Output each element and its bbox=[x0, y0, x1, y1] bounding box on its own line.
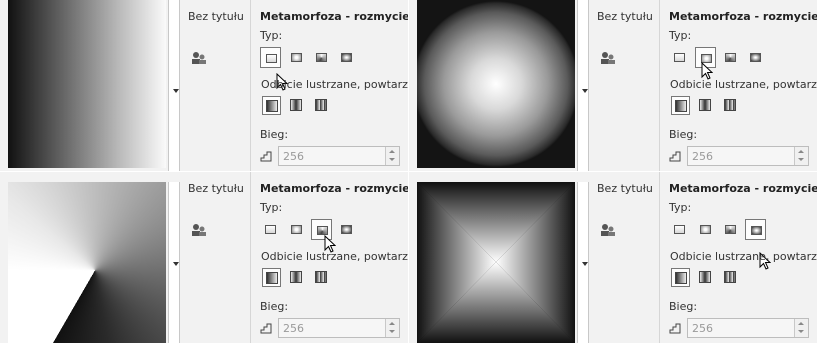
mirror-label: Odbicie lustrzane, powtarza bbox=[261, 78, 408, 91]
steps-input[interactable]: 256 bbox=[687, 318, 809, 338]
steps-value: 256 bbox=[692, 322, 713, 335]
gradient-preview-square bbox=[417, 182, 575, 343]
steps-value: 256 bbox=[283, 322, 304, 335]
steps-icon bbox=[260, 323, 272, 334]
gradient-preview-linear bbox=[8, 0, 166, 168]
mirror-label: Odbicie lustrzane, powtarza bbox=[670, 250, 817, 263]
mirror-default-button[interactable] bbox=[262, 96, 281, 115]
divider bbox=[250, 0, 251, 171]
gradient-panel-square: Bez tytułu Metamorfoza - rozmycie: Typ: … bbox=[409, 172, 817, 343]
gradient-panel-radial: Bez tytułu Metamorfoza - rozmycie: Typ: … bbox=[409, 0, 817, 171]
type-conical-button[interactable] bbox=[311, 47, 332, 68]
mirror-default-button[interactable] bbox=[671, 268, 690, 287]
document-title: Bez tytułu bbox=[188, 10, 244, 23]
people-icon[interactable] bbox=[600, 223, 616, 237]
type-radial-button[interactable] bbox=[695, 219, 716, 240]
document-title: Bez tytułu bbox=[188, 182, 244, 195]
steps-label: Bieg: bbox=[669, 300, 698, 313]
gradient-panel-conical: Bez tytułu Metamorfoza - rozmycie: Typ: … bbox=[0, 172, 408, 343]
steps-input[interactable]: 256 bbox=[687, 146, 809, 166]
divider bbox=[659, 0, 660, 171]
type-radial-button[interactable] bbox=[286, 47, 307, 68]
steps-label: Bieg: bbox=[669, 128, 698, 141]
panel-heading: Metamorfoza - rozmycie: bbox=[669, 182, 817, 195]
type-linear-button[interactable] bbox=[260, 47, 281, 68]
mirror-default-button[interactable] bbox=[671, 96, 690, 115]
mirror-label: Odbicie lustrzane, powtarza bbox=[261, 250, 408, 263]
type-square-button[interactable] bbox=[745, 219, 766, 240]
steps-spinner[interactable] bbox=[385, 319, 399, 337]
scroll-strip[interactable] bbox=[168, 0, 180, 171]
steps-spinner[interactable] bbox=[794, 319, 808, 337]
mirror-repeat-button[interactable] bbox=[721, 96, 740, 115]
mirror-default-button[interactable] bbox=[262, 268, 281, 287]
people-icon[interactable] bbox=[191, 223, 207, 237]
type-label: Typ: bbox=[260, 29, 283, 42]
divider bbox=[250, 172, 251, 343]
mirror-mirror-button[interactable] bbox=[287, 96, 306, 115]
type-square-button[interactable] bbox=[336, 219, 357, 240]
panel-heading: Metamorfoza - rozmycie: bbox=[669, 10, 817, 23]
steps-input[interactable]: 256 bbox=[278, 318, 400, 338]
type-linear-button[interactable] bbox=[669, 219, 690, 240]
steps-label: Bieg: bbox=[260, 128, 289, 141]
panel-heading: Metamorfoza - rozmycie: bbox=[260, 10, 408, 23]
mirror-repeat-button[interactable] bbox=[312, 268, 331, 287]
steps-spinner[interactable] bbox=[794, 147, 808, 165]
type-label: Typ: bbox=[669, 29, 692, 42]
steps-value: 256 bbox=[692, 150, 713, 163]
mirror-mirror-button[interactable] bbox=[287, 268, 306, 287]
document-title: Bez tytułu bbox=[597, 182, 653, 195]
document-title: Bez tytułu bbox=[597, 10, 653, 23]
type-label: Typ: bbox=[260, 201, 283, 214]
mirror-repeat-button[interactable] bbox=[312, 96, 331, 115]
mirror-repeat-button[interactable] bbox=[721, 268, 740, 287]
type-linear-button[interactable] bbox=[669, 47, 690, 68]
gradient-panel-linear: Bez tytułu Metamorfoza - rozmycie: Typ: … bbox=[0, 0, 408, 171]
divider bbox=[659, 172, 660, 343]
panel-heading: Metamorfoza - rozmycie: bbox=[260, 182, 408, 195]
steps-spinner[interactable] bbox=[385, 147, 399, 165]
steps-icon bbox=[669, 151, 681, 162]
steps-icon bbox=[260, 151, 272, 162]
mirror-mirror-button[interactable] bbox=[696, 96, 715, 115]
scroll-strip[interactable] bbox=[577, 0, 589, 171]
type-conical-button[interactable] bbox=[720, 47, 741, 68]
steps-input[interactable]: 256 bbox=[278, 146, 400, 166]
dropdown-arrow-icon[interactable] bbox=[173, 262, 179, 266]
steps-label: Bieg: bbox=[260, 300, 289, 313]
type-square-button[interactable] bbox=[745, 47, 766, 68]
mirror-mirror-button[interactable] bbox=[696, 268, 715, 287]
type-square-button[interactable] bbox=[336, 47, 357, 68]
steps-value: 256 bbox=[283, 150, 304, 163]
steps-icon bbox=[669, 323, 681, 334]
people-icon[interactable] bbox=[600, 51, 616, 65]
mirror-label: Odbicie lustrzane, powtarza bbox=[670, 78, 817, 91]
type-radial-button[interactable] bbox=[286, 219, 307, 240]
type-label: Typ: bbox=[669, 201, 692, 214]
dropdown-arrow-icon[interactable] bbox=[582, 262, 588, 266]
gradient-preview-radial bbox=[417, 0, 575, 168]
dropdown-arrow-icon[interactable] bbox=[582, 89, 588, 93]
type-conical-button[interactable] bbox=[720, 219, 741, 240]
dropdown-arrow-icon[interactable] bbox=[173, 89, 179, 93]
people-icon[interactable] bbox=[191, 51, 207, 65]
gradient-preview-conical bbox=[8, 182, 166, 343]
type-linear-button[interactable] bbox=[260, 219, 281, 240]
